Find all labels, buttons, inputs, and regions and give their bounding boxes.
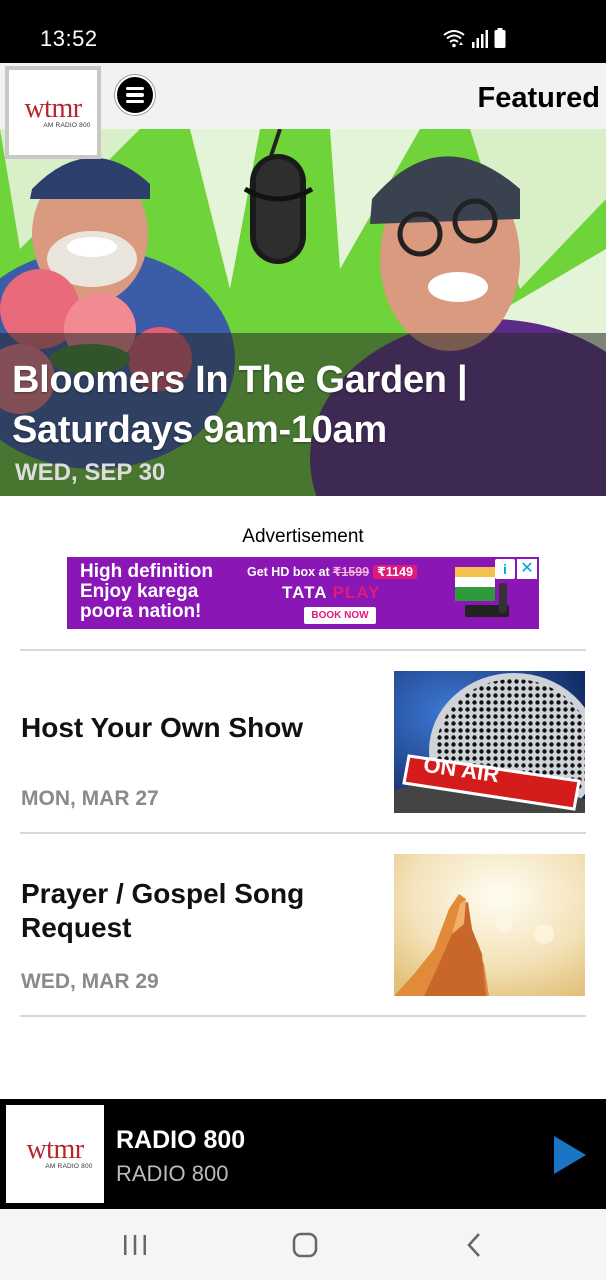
signal-icon xyxy=(472,30,488,48)
ad-headline: High definition Enjoy karega poora natio… xyxy=(80,562,213,622)
ad-new-price: ₹1149 xyxy=(373,565,417,579)
ad-book-now-button[interactable]: BOOK NOW xyxy=(304,607,376,624)
ad-offer: Get HD box at ₹1599 ₹1149 xyxy=(247,564,417,579)
article-title[interactable]: Prayer / Gospel Song Request xyxy=(21,877,361,945)
logo-subtext: AM RADIO 800 xyxy=(43,121,91,129)
station-logo[interactable]: wtmr AM RADIO 800 xyxy=(5,66,101,159)
article-item[interactable]: Prayer / Gospel Song Request WED, MAR 29 xyxy=(0,834,606,1016)
advertisement-label: Advertisement xyxy=(242,526,364,547)
home-icon[interactable] xyxy=(285,1227,325,1263)
ad-old-price: ₹1599 xyxy=(332,565,370,579)
article-date: WED, MAR 29 xyxy=(21,970,159,993)
player-logo-subtext: AM RADIO 800 xyxy=(45,1163,93,1170)
player-subtitle: RADIO 800 xyxy=(116,1161,229,1186)
status-bar: 13:52 xyxy=(0,0,606,63)
app-header: wtmr AM RADIO 800 Featured xyxy=(0,63,606,159)
article-date: MON, MAR 27 xyxy=(21,787,159,810)
ad-banner[interactable]: High definition Enjoy karega poora natio… xyxy=(67,557,539,629)
article-item[interactable]: Host Your Own Show MON, MAR 27 ON AIR xyxy=(0,651,606,833)
ad-brand-a: TATA xyxy=(282,583,327,602)
ad-brand: TATA PLAY xyxy=(282,583,380,603)
featured-hero-card[interactable]: Bloomers In The Garden | Saturdays 9am-1… xyxy=(0,129,606,496)
battery-icon xyxy=(494,28,506,48)
system-nav-bar xyxy=(0,1209,606,1280)
play-icon[interactable] xyxy=(550,1134,590,1176)
logo-text: wtmr xyxy=(24,92,82,124)
back-icon[interactable] xyxy=(455,1227,495,1263)
player-station-logo: wtmr AM RADIO 800 xyxy=(6,1105,104,1203)
page-title: Featured xyxy=(477,82,600,114)
hamburger-menu-icon[interactable] xyxy=(115,75,155,115)
status-icons xyxy=(442,26,506,48)
ad-close-icon[interactable]: ✕ xyxy=(517,559,537,579)
ad-headline-line3: poora nation! xyxy=(80,601,202,622)
ad-brand-b: PLAY xyxy=(332,583,381,602)
wifi-icon xyxy=(442,28,466,48)
recents-icon[interactable] xyxy=(115,1227,155,1263)
on-air-microphone-image[interactable]: ON AIR xyxy=(394,671,585,813)
ad-headline-line1: High definition xyxy=(80,561,213,582)
player-logo-text: wtmr xyxy=(26,1134,84,1165)
divider xyxy=(20,1015,586,1017)
ad-headline-line2: Enjoy karega xyxy=(80,581,199,602)
hero-date: WED, SEP 30 xyxy=(15,459,166,486)
ad-offer-text: Get HD box at xyxy=(247,565,330,579)
mini-player[interactable]: wtmr AM RADIO 800 RADIO 800 RADIO 800 xyxy=(0,1099,606,1209)
ad-info-icon[interactable]: i xyxy=(495,559,515,579)
player-title: RADIO 800 xyxy=(116,1126,246,1154)
praying-hands-image[interactable] xyxy=(394,854,585,996)
article-title[interactable]: Host Your Own Show xyxy=(21,711,361,745)
hero-title[interactable]: Bloomers In The Garden | Saturdays 9am-1… xyxy=(12,355,592,455)
status-time: 13:52 xyxy=(40,26,98,51)
